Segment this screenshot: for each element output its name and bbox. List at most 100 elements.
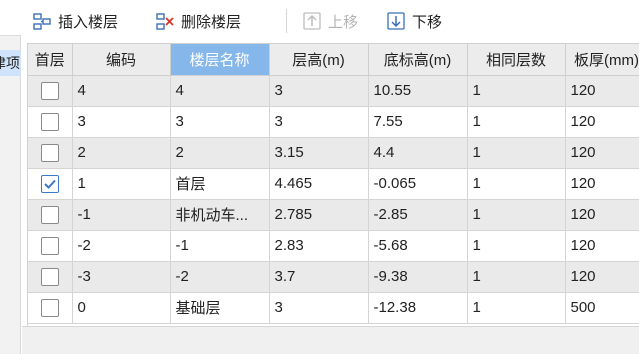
table-row[interactable]: 4 4 3 10.55 1 120 [28, 75, 639, 107]
move-up-button[interactable]: 上移 [302, 8, 358, 34]
first-floor-cell [28, 168, 73, 200]
column-header-same-floor-count[interactable]: 相同层数 [467, 44, 566, 76]
left-panel-selected-label: 津项 [0, 55, 20, 71]
floor-name-cell[interactable]: 4 [170, 75, 270, 107]
first-floor-cell [28, 199, 73, 231]
slab-thickness-cell[interactable]: 120 [565, 168, 639, 200]
code-cell[interactable]: 3 [72, 106, 171, 138]
slab-thickness-cell[interactable]: 120 [565, 137, 639, 169]
column-header-slab-thickness[interactable]: 板厚(mm) [565, 44, 639, 76]
slab-thickness-cell[interactable]: 120 [565, 230, 639, 262]
first-floor-checkbox[interactable] [40, 174, 59, 193]
same-count-cell[interactable]: 1 [467, 168, 566, 200]
column-header-bottom-elevation[interactable]: 底标高(m) [368, 44, 468, 76]
first-floor-checkbox[interactable] [40, 267, 59, 286]
left-panel-header [0, 0, 21, 36]
bottom-elevation-cell[interactable]: -2.85 [368, 199, 468, 231]
move-down-button[interactable]: 下移 [386, 8, 442, 34]
same-count-cell[interactable]: 1 [467, 261, 566, 293]
height-cell[interactable]: 3 [269, 106, 369, 138]
floor-table: 首层 编码 楼层名称 层高(m) 底标高(m) 相同层数 板厚(mm) 4431… [27, 43, 639, 326]
floor-name-cell[interactable]: 3 [170, 106, 270, 138]
left-panel-selected-item[interactable]: 津项 [0, 50, 21, 76]
first-floor-checkbox[interactable] [40, 205, 59, 224]
arrow-up-icon [302, 11, 322, 31]
height-cell[interactable]: 3.15 [269, 137, 369, 169]
table-row[interactable]: -1 非机动车... 2.785 -2.85 1 120 [28, 199, 639, 231]
first-floor-cell [28, 230, 73, 262]
same-count-cell[interactable]: 1 [467, 106, 566, 138]
first-floor-checkbox[interactable] [40, 81, 59, 100]
table-row[interactable]: 2 2 3.15 4.4 1 120 [28, 137, 639, 169]
column-header-floor-name[interactable]: 楼层名称 [170, 44, 270, 76]
height-cell[interactable]: 2.83 [269, 230, 369, 262]
table-row[interactable]: 1 首层 4.465 -0.065 1 120 [28, 168, 639, 200]
code-cell[interactable]: 2 [72, 137, 171, 169]
slab-thickness-cell[interactable]: 120 [565, 106, 639, 138]
floor-name-cell[interactable]: 非机动车... [170, 199, 270, 231]
same-count-cell[interactable]: 1 [467, 292, 566, 324]
move-up-label: 上移 [328, 13, 359, 31]
column-header-code[interactable]: 编码 [72, 44, 171, 76]
height-cell[interactable]: 3 [269, 292, 369, 324]
first-floor-cell [28, 261, 73, 293]
delete-floor-icon [155, 11, 175, 31]
height-cell[interactable]: 4.465 [269, 168, 369, 200]
first-floor-checkbox[interactable] [40, 112, 59, 131]
bottom-elevation-cell[interactable]: 10.55 [368, 75, 468, 107]
floor-name-cell[interactable]: 2 [170, 137, 270, 169]
floor-name-cell[interactable]: 基础层 [170, 292, 270, 324]
bottom-elevation-cell[interactable]: 7.55 [368, 106, 468, 138]
height-cell[interactable]: 2.785 [269, 199, 369, 231]
delete-floor-label: 删除楼层 [181, 13, 242, 31]
bottom-elevation-cell[interactable]: -12.38 [368, 292, 468, 324]
same-count-cell[interactable]: 1 [467, 199, 566, 231]
slab-thickness-cell[interactable]: 120 [565, 261, 639, 293]
column-header-first-floor[interactable]: 首层 [28, 44, 73, 76]
floor-name-cell[interactable]: -2 [170, 261, 270, 293]
table-row[interactable]: -2 -1 2.83 -5.68 1 120 [28, 230, 639, 262]
slab-thickness-cell[interactable]: 120 [565, 199, 639, 231]
first-floor-cell [28, 292, 73, 324]
same-count-cell[interactable]: 1 [467, 137, 566, 169]
insert-floor-button[interactable]: 插入楼层 [32, 8, 118, 34]
height-cell[interactable]: 3.7 [269, 261, 369, 293]
checkmark-icon [44, 179, 56, 189]
slab-thickness-cell[interactable]: 120 [565, 75, 639, 107]
first-floor-cell [28, 106, 73, 138]
bottom-elevation-cell[interactable]: -0.065 [368, 168, 468, 200]
first-floor-checkbox[interactable] [40, 143, 59, 162]
floor-name-cell[interactable]: 首层 [170, 168, 270, 200]
code-cell[interactable]: 4 [72, 75, 171, 107]
code-cell[interactable]: -2 [72, 230, 171, 262]
move-down-label: 下移 [412, 13, 443, 31]
delete-floor-button[interactable]: 删除楼层 [155, 8, 241, 34]
arrow-down-icon [386, 11, 406, 31]
first-floor-checkbox[interactable] [40, 236, 59, 255]
table-row[interactable]: 0 基础层 3 -12.38 1 500 [28, 292, 639, 324]
code-cell[interactable]: -1 [72, 199, 171, 231]
bottom-elevation-cell[interactable]: -9.38 [368, 261, 468, 293]
status-area [22, 326, 639, 354]
same-count-cell[interactable]: 1 [467, 230, 566, 262]
same-count-cell[interactable]: 1 [467, 75, 566, 107]
toolbar-separator [286, 9, 287, 33]
column-header-height[interactable]: 层高(m) [269, 44, 369, 76]
left-panel: 津项 [0, 0, 21, 354]
insert-floor-icon [32, 11, 52, 31]
code-cell[interactable]: -3 [72, 261, 171, 293]
bottom-elevation-cell[interactable]: 4.4 [368, 137, 468, 169]
bottom-elevation-cell[interactable]: -5.68 [368, 230, 468, 262]
code-cell[interactable]: 0 [72, 292, 171, 324]
first-floor-cell [28, 137, 73, 169]
table-row[interactable]: -3 -2 3.7 -9.38 1 120 [28, 261, 639, 293]
floor-name-cell[interactable]: -1 [170, 230, 270, 262]
slab-thickness-cell[interactable]: 500 [565, 292, 639, 324]
height-cell[interactable]: 3 [269, 75, 369, 107]
code-cell[interactable]: 1 [72, 168, 171, 200]
insert-floor-label: 插入楼层 [58, 13, 119, 31]
toolbar: 插入楼层 删除楼层 上移 下移 [22, 0, 639, 42]
table-row[interactable]: 3 3 3 7.55 1 120 [28, 106, 639, 138]
first-floor-cell [28, 75, 73, 107]
first-floor-checkbox[interactable] [40, 298, 59, 317]
